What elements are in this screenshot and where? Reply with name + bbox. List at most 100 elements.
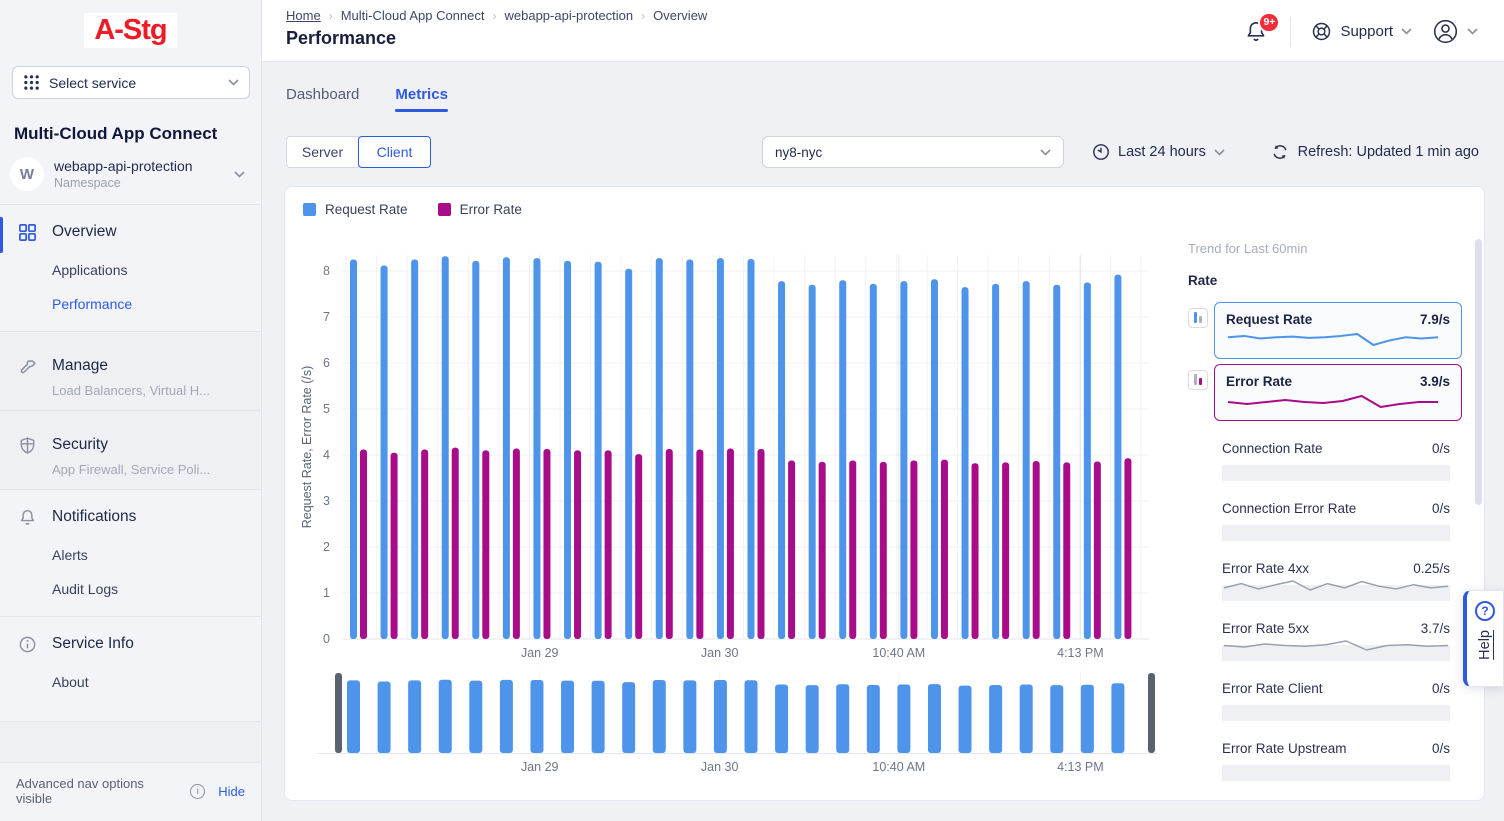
metric-value: 3.9/s: [1420, 374, 1450, 389]
trend-metric-connection-rate[interactable]: Connection Rate0/s: [1222, 441, 1450, 481]
notifications-bell-button[interactable]: 9+: [1244, 19, 1270, 45]
sidebar-item-performance[interactable]: Performance: [0, 287, 261, 321]
trend-panel-scrollbar[interactable]: [1475, 239, 1482, 505]
sidebar-item-about[interactable]: About: [0, 665, 261, 699]
tab-metrics[interactable]: Metrics: [395, 86, 448, 112]
trend-metric-error-rate-4xx[interactable]: Error Rate 4xx 0.25/s: [1222, 561, 1450, 601]
chart-navigator-brush[interactable]: Jan 29Jan 3010:40 AM4:13 PM: [297, 657, 1157, 777]
sidebar: A-Stg Select service Multi-Cloud App Con…: [0, 0, 262, 821]
trend-metric-card[interactable]: Request Rate7.9/s: [1214, 302, 1462, 359]
help-tab[interactable]: ? Help: [1463, 590, 1504, 687]
trend-metric-card[interactable]: Error Rate 3.9/s: [1214, 364, 1462, 421]
server-toggle-button[interactable]: Server: [286, 136, 359, 168]
sidebar-item-applications[interactable]: Applications: [0, 253, 261, 287]
legend-error-rate[interactable]: Error Rate: [438, 202, 522, 217]
metric-label: Error Rate Upstream: [1222, 741, 1347, 756]
brush-handle-right[interactable]: [1148, 673, 1155, 753]
svg-text:2: 2: [323, 540, 330, 554]
svg-text:7: 7: [323, 310, 330, 324]
svg-text:4: 4: [323, 448, 330, 462]
sidebar-item-service-info[interactable]: Service Info: [0, 621, 261, 665]
metric-sparkline-strip: [1222, 765, 1450, 781]
legend-label: Request Rate: [325, 202, 408, 217]
notification-count-badge: 9+: [1258, 12, 1280, 33]
apps-grid-icon: [23, 74, 40, 91]
active-section-indicator: [0, 217, 3, 253]
advanced-nav-footer: Advanced nav options visible i Hide: [0, 763, 261, 821]
bar-chart-toggle-icon[interactable]: [1188, 308, 1208, 328]
metric-value: 0/s: [1432, 681, 1450, 696]
breadcrumb: Home›Multi-Cloud App Connect›webapp-api-…: [286, 8, 707, 23]
svg-text:Jan 30: Jan 30: [701, 760, 739, 774]
svg-text:Jan 29: Jan 29: [521, 760, 559, 774]
nav-section-notifications: Notifications Alerts Audit Logs: [0, 490, 261, 616]
svg-text:3: 3: [323, 494, 330, 508]
metric-label: Error Rate: [1226, 374, 1292, 389]
hide-advanced-nav-link[interactable]: Hide: [218, 784, 245, 799]
breadcrumb-item[interactable]: Multi-Cloud App Connect: [341, 8, 485, 23]
metric-label: Connection Error Rate: [1222, 501, 1356, 516]
sidebar-item-label: Security: [52, 436, 108, 454]
select-service-dropdown[interactable]: Select service: [12, 66, 250, 99]
namespace-selector[interactable]: W webapp-api-protection Namespace: [10, 157, 253, 191]
breadcrumb-separator: ›: [641, 9, 645, 23]
metric-sparkline-strip: [1222, 585, 1450, 601]
site-select-dropdown[interactable]: ny8-nyc: [762, 136, 1064, 168]
trend-metric-error-rate-upstream[interactable]: Error Rate Upstream0/s: [1222, 741, 1450, 781]
metric-sparkline-strip: [1222, 645, 1450, 661]
chevron-down-icon: [1401, 28, 1412, 35]
sidebar-item-overview[interactable]: Overview: [0, 209, 261, 253]
sidebar-item-manage[interactable]: Manage: [0, 343, 261, 387]
sparkline: [1226, 330, 1440, 348]
support-menu[interactable]: Support: [1311, 21, 1412, 42]
svg-text:6: 6: [323, 356, 330, 370]
trend-metric-connection-error-rate[interactable]: Connection Error Rate 0/s: [1222, 501, 1450, 541]
clock-icon: [1092, 143, 1110, 161]
user-account-menu[interactable]: [1432, 18, 1478, 45]
bar-chart-toggle-icon[interactable]: [1188, 370, 1208, 390]
chevron-down-icon: [1467, 28, 1478, 35]
nav-section-security: Security App Firewall, Service Poli...: [0, 411, 261, 489]
trend-metric-error-rate-client[interactable]: Error Rate Client 0/s: [1222, 681, 1450, 721]
svg-text:5: 5: [323, 402, 330, 416]
sidebar-item-alerts[interactable]: Alerts: [0, 538, 261, 572]
brush-handle-left[interactable]: [335, 673, 342, 753]
metric-label: Error Rate Client: [1222, 681, 1323, 696]
shield-icon: [16, 434, 38, 456]
sidebar-item-description: Load Balancers, Virtual H...: [0, 383, 261, 398]
chart-controls: Server Client ny8-nyc Last 24 hours: [286, 136, 1485, 168]
sidebar-item-description: App Firewall, Service Poli...: [0, 462, 261, 477]
bell-icon: [16, 506, 38, 528]
trend-panel: Trend for Last 60min Rate Request Rate7.…: [1188, 187, 1462, 802]
trend-metric-error-rate-5xx[interactable]: Error Rate 5xx3.7/s: [1222, 621, 1450, 661]
trend-metric-request-rate: Request Rate7.9/s: [1188, 302, 1462, 359]
metric-sparkline-strip: [1222, 525, 1450, 541]
refresh-button[interactable]: Refresh: Updated 1 min ago: [1271, 136, 1479, 168]
trend-metric-list: Request Rate7.9/s Error Rate 3.9/s Connecti…: [1188, 302, 1462, 781]
sidebar-item-audit-logs[interactable]: Audit Logs: [0, 572, 261, 606]
legend-request-rate[interactable]: Request Rate: [303, 202, 408, 217]
brand-logo[interactable]: A-Stg: [84, 13, 176, 48]
nav-section-service-info: Service Info About: [0, 617, 261, 709]
metric-sparkline-strip: [1222, 705, 1450, 721]
question-mark-icon: ?: [1475, 601, 1495, 621]
select-service-label: Select service: [49, 75, 136, 91]
request-rate-swatch: [303, 203, 316, 216]
metric-label: Error Rate 4xx: [1222, 561, 1309, 576]
time-range-dropdown[interactable]: Last 24 hours: [1092, 136, 1225, 168]
metric-value: 0/s: [1432, 501, 1450, 516]
metric-value: 0.25/s: [1413, 561, 1450, 576]
sidebar-item-label: Notifications: [52, 508, 136, 526]
main-area: Home›Multi-Cloud App Connect›webapp-api-…: [262, 0, 1504, 821]
sidebar-item-security[interactable]: Security: [0, 422, 261, 466]
tab-dashboard[interactable]: Dashboard: [286, 86, 359, 112]
metric-sparkline-strip: [1222, 465, 1450, 481]
breadcrumb-item[interactable]: Home: [286, 8, 321, 23]
client-toggle-button[interactable]: Client: [358, 136, 431, 168]
time-range-value: Last 24 hours: [1118, 144, 1206, 160]
chevron-down-icon: [1040, 149, 1051, 156]
breadcrumb-item[interactable]: webapp-api-protection: [505, 8, 634, 23]
sidebar-item-notifications[interactable]: Notifications: [0, 494, 261, 538]
performance-bar-chart[interactable]: 012345678Jan 29Jan 3010:40 AM4:13 PMRequ…: [297, 227, 1157, 663]
sidebar-item-label: Overview: [52, 223, 117, 241]
